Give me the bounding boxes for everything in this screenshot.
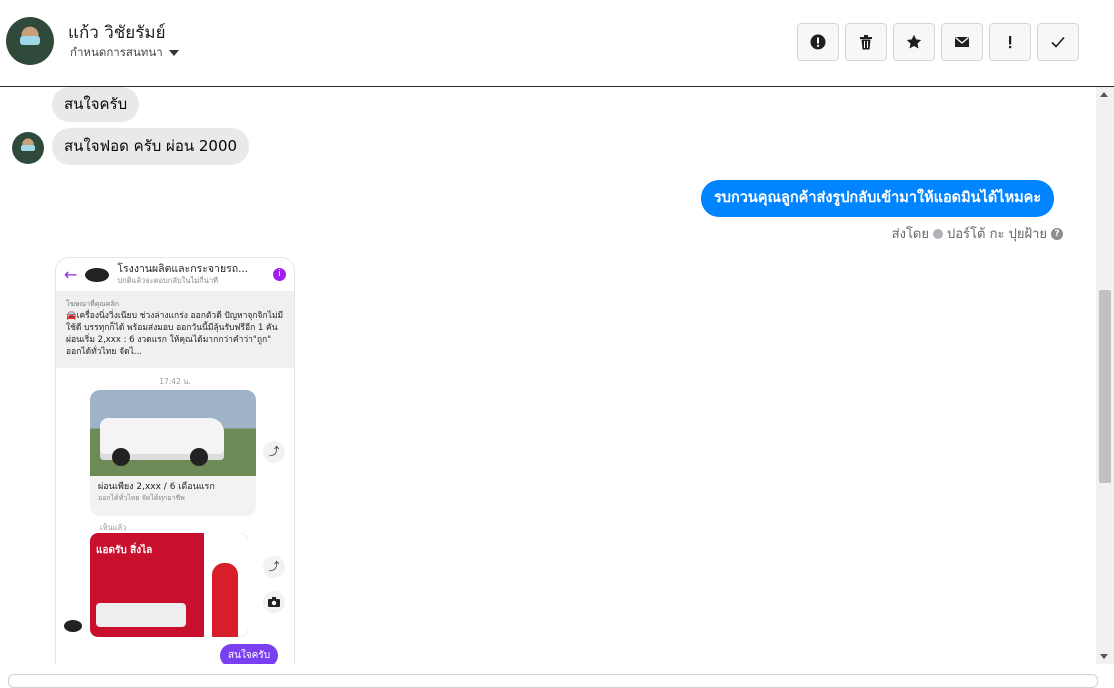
scrollbar-thumb[interactable] (1099, 290, 1111, 483)
check-icon (1051, 36, 1065, 48)
user-icon (933, 228, 943, 239)
conversation-schedule-label: กำหนดการสนทนา (70, 45, 163, 59)
promo-text: แอดรับ สิ่งไล (96, 545, 153, 556)
trash-icon (860, 35, 872, 50)
timestamp: 17:42 น. (159, 377, 191, 386)
sent-by-prefix: ส่งโดย (891, 227, 929, 242)
contact-name[interactable]: แก้ว วิชัยรัมย์ (68, 19, 166, 46)
sender-avatar[interactable] (12, 132, 44, 164)
message-composer[interactable] (8, 674, 1098, 688)
info-icon: i (273, 268, 286, 281)
reply-bubble: สนใจครับ (220, 644, 279, 664)
mark-unread-button[interactable] (941, 23, 983, 61)
scroll-up-arrow-icon[interactable] (1100, 92, 1108, 97)
help-icon[interactable]: ? (1051, 227, 1063, 240)
conversation-header: แก้ว วิชัยรัมย์ กำหนดการสนทนา (0, 0, 1114, 87)
back-arrow-icon: ← (64, 265, 78, 284)
scrollbar[interactable] (1096, 87, 1114, 664)
sent-by-name: ปอร์โต้ กะ ปุยฝ้าย (947, 227, 1047, 242)
important-button[interactable] (989, 23, 1031, 61)
conversation-schedule-dropdown[interactable]: กำหนดการสนทนา (70, 44, 179, 62)
message-bubble-outgoing[interactable]: รบกวนคุณลูกค้าส่งรูปกลับเข้ามาให้แอดมินไ… (701, 180, 1055, 217)
card-subtitle: ออกได้ทั่วไทย จัดได้ทุกอาชีพ (98, 494, 185, 502)
caret-down-icon (168, 50, 179, 56)
page-logo (85, 267, 110, 282)
ad-text: 🚘เครื่องนิ่งวิ่งเนียบ ช่วงล่างแกร่ง ออกต… (66, 311, 284, 357)
star-button[interactable] (893, 23, 935, 61)
mark-done-button[interactable] (1037, 23, 1079, 61)
scroll-down-arrow-icon[interactable] (1100, 654, 1108, 659)
phone-page-title: โรงงานผลิตและกระจายรถ... ปกติแล้วจะตอบกล… (117, 263, 248, 287)
promo-image: แอดรับ สิ่งไล (90, 533, 248, 637)
share-icon: ⤴ (263, 441, 285, 463)
avatar[interactable] (6, 17, 54, 65)
phone-header: ← โรงงานผลิตและกระจายรถ... ปกติแล้วจะตอบ… (56, 258, 294, 292)
message-thread[interactable]: สนใจครับ สนใจฟอด ครับ ผ่อน 2000 รบกวนคุณ… (0, 87, 1096, 664)
truck-image (90, 390, 256, 476)
mail-icon (955, 36, 969, 47)
ad-label: โฆษณาที่คุณคลิก (66, 300, 119, 308)
report-button[interactable] (797, 23, 839, 61)
message-bubble[interactable]: สนใจครับ (52, 87, 140, 122)
exclamation-icon (1009, 36, 1012, 49)
star-icon (906, 34, 922, 49)
card-title: ผ่อนเพียง 2,xxx / 6 เดือนแรก (98, 482, 215, 492)
phone-subtitle-text: ปกติแล้วจะตอบกลับในไม่กี่นาที (117, 275, 219, 285)
attached-screenshot[interactable]: ← โรงงานผลิตและกระจายรถ... ปกติแล้วจะตอบ… (55, 257, 295, 664)
camera-icon (263, 591, 285, 613)
product-card: ผ่อนเพียง 2,xxx / 6 เดือนแรก ออกได้ทั่วไ… (90, 390, 256, 516)
delete-button[interactable] (845, 23, 887, 61)
share-icon: ⤴ (263, 556, 285, 578)
message-bubble[interactable]: สนใจฟอด ครับ ผ่อน 2000 (52, 128, 250, 165)
phone-title-text: โรงงานผลิตและกระจายรถ... (117, 262, 249, 275)
header-actions (797, 23, 1079, 61)
ad-reference: โฆษณาที่คุณคลิก 🚘เครื่องนิ่งวิ่งเนียบ ช่… (56, 292, 294, 368)
sent-by-label: ส่งโดย ปอร์โต้ กะ ปุยฝ้าย ? (892, 223, 1063, 244)
page-logo-small (64, 620, 82, 632)
alert-circle-icon (810, 34, 826, 50)
